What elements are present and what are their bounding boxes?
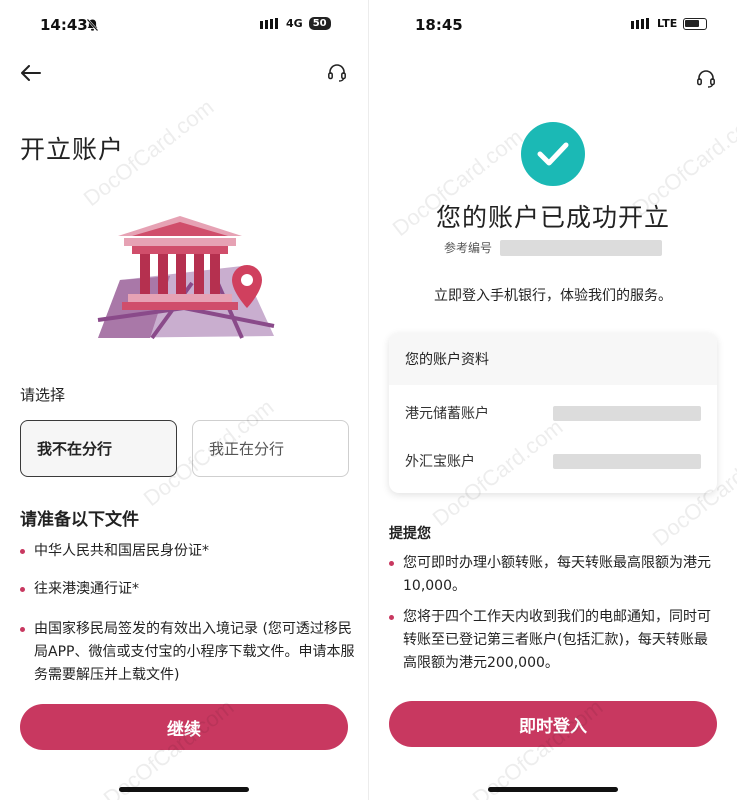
home-indicator xyxy=(119,787,249,792)
account-opened-screen: 18:45 LTE 您的账户已成功开立 参考编号 立即登入手机银行，体验我们的服… xyxy=(369,0,737,800)
signal-icon xyxy=(260,18,278,29)
status-indicators: 4G 50 xyxy=(260,17,331,30)
documents-list: 往来港澳通行证* xyxy=(20,578,355,601)
documents-list: 中华人民共和国居民身份证* xyxy=(20,540,355,563)
reference-row: 参考编号 xyxy=(444,239,663,256)
option-in-branch[interactable]: 我正在分行 xyxy=(192,420,349,477)
success-circle xyxy=(521,122,585,186)
reminder-heading: 提提您 xyxy=(389,526,431,542)
account-row-hkd-savings: 港元储蓄账户 xyxy=(405,403,701,423)
reminder-item: 您可即时办理小额转账，每天转账最高限额为港元10,000。 xyxy=(389,552,719,598)
login-now-button[interactable]: 即时登入 xyxy=(389,701,717,747)
option-not-in-branch[interactable]: 我不在分行 xyxy=(20,420,177,477)
reminder-item: 您将于四个工作天内收到我们的电邮通知，同时可转账至已登记第三者账户(包括汇款)，… xyxy=(389,606,719,675)
reminder-list: 您将于四个工作天内收到我们的电邮通知，同时可转账至已登记第三者账户(包括汇款)，… xyxy=(389,606,719,675)
battery-icon xyxy=(683,17,708,30)
account-card-title: 您的账户资料 xyxy=(389,333,717,385)
documents-list: 由国家移民局签发的有效出入境记录 (您可透过移民局APP、微信或支付宝的小程序下… xyxy=(20,618,355,687)
documents-heading: 请准备以下文件 xyxy=(20,510,139,530)
battery-icon: 50 xyxy=(308,17,331,30)
network-type: 4G xyxy=(286,17,303,30)
document-item: 中华人民共和国居民身份证* xyxy=(20,540,355,563)
account-type-label: 外汇宝账户 xyxy=(405,454,475,470)
status-indicators: LTE xyxy=(631,17,708,30)
account-row-fx: 外汇宝账户 xyxy=(405,451,701,471)
login-hint: 立即登入手机银行，体验我们的服务。 xyxy=(434,288,672,304)
account-number-redacted xyxy=(553,453,701,469)
checkmark-icon xyxy=(537,142,569,166)
status-bar: 14:43 4G 50 xyxy=(0,0,368,48)
signal-icon xyxy=(631,18,649,29)
status-time: 14:43 xyxy=(40,16,88,34)
account-details-card: 您的账户资料 港元储蓄账户 外汇宝账户 xyxy=(389,333,717,493)
continue-button[interactable]: 继续 xyxy=(20,704,348,750)
status-time: 18:45 xyxy=(415,16,463,34)
headset-icon[interactable] xyxy=(324,60,350,86)
network-type: LTE xyxy=(657,17,678,30)
reference-number-redacted xyxy=(500,239,663,256)
mute-bell-icon xyxy=(86,17,99,36)
status-bar: 18:45 LTE xyxy=(369,0,737,48)
choose-label: 请选择 xyxy=(20,386,66,404)
document-item: 往来港澳通行证* xyxy=(20,578,355,601)
reference-label: 参考编号 xyxy=(444,241,493,255)
success-title: 您的账户已成功开立 xyxy=(435,203,670,232)
page-title: 开立账户 xyxy=(20,135,125,164)
back-arrow-icon[interactable] xyxy=(18,60,44,86)
reminder-list: 您可即时办理小额转账，每天转账最高限额为港元10,000。 xyxy=(389,552,719,598)
account-type-label: 港元储蓄账户 xyxy=(405,406,489,422)
document-item: 由国家移民局签发的有效出入境记录 (您可透过移民局APP、微信或支付宝的小程序下… xyxy=(20,618,355,687)
account-number-redacted xyxy=(553,405,701,421)
bank-building-icon xyxy=(92,208,282,343)
home-indicator xyxy=(488,787,618,792)
open-account-screen: 14:43 4G 50 开立账户 请选择 我不在分行 我正在分行 请准备以下文件… xyxy=(0,0,368,800)
headset-icon[interactable] xyxy=(693,66,719,92)
